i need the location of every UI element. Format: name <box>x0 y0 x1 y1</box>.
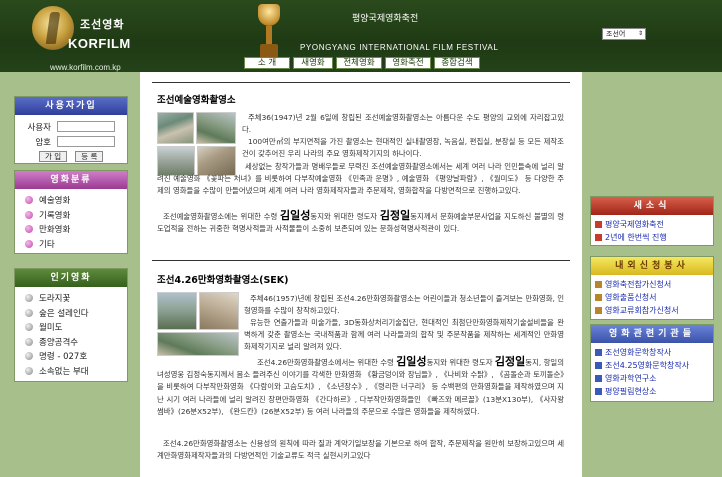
section2-title: 조선4.26만화영화촬영소(SEK) <box>157 275 289 286</box>
logo-korean: 조선영화 <box>80 18 125 31</box>
join-button[interactable]: 가 입 <box>39 151 68 162</box>
bullet-icon <box>25 352 33 361</box>
user-input[interactable] <box>57 121 115 132</box>
section2-paragraph: 주체46(1957)년에 창립된 조선4.26만화영화촬영소는 어린이들과 청소… <box>244 294 565 316</box>
square-bullet-icon <box>595 307 602 314</box>
studio-photo <box>157 292 197 330</box>
trophy-icon <box>256 4 282 60</box>
login-panel-title: 사용자가입 <box>15 97 127 115</box>
nav-festival[interactable]: 영화축전 <box>385 57 431 69</box>
application-title: 내외신청봉사 <box>591 257 713 275</box>
popular-films-title: 인기영화 <box>15 269 127 287</box>
section2-paragraph: 유능한 연출가들과 미술가들, 3D동화상처리기술집단, 현대적인 최첨단만화영… <box>244 318 564 352</box>
section1-paragraph: 100여만㎡의 부지면적을 가진 촬영소는 현대적인 실내촬영장, 녹음실, 편… <box>242 137 564 159</box>
square-bullet-icon <box>595 221 602 228</box>
popular-films-panel: 인기영화 도라지꽃 숲은 설레인다 월미도 종양공격수 명령 - 027호 소속… <box>14 268 128 382</box>
nav-about[interactable]: 소 개 <box>244 57 290 69</box>
festival-title-english: PYONGYANG INTERNATIONAL FILM FESTIVAL <box>300 43 499 52</box>
password-row: 암호 <box>15 134 127 149</box>
application-link[interactable]: 영화출품신청서 <box>591 291 713 304</box>
popular-film-item[interactable]: 명령 - 027호 <box>15 349 127 364</box>
register-button[interactable]: 등 록 <box>75 151 104 162</box>
notice-link[interactable]: 2년에 한번씩 진행 <box>591 231 713 244</box>
logo-english: KORFILM <box>68 36 131 51</box>
section1-paragraph: 주체36(1947)년 2월 6일에 창립된 조선예술영화촬영소는 아름다운 수… <box>242 113 564 135</box>
related-org-link[interactable]: 평양필림현상소 <box>591 385 713 398</box>
main-nav: 소 개 새영화 전체영화 영화축전 종합검색 <box>0 57 722 71</box>
nav-new-films[interactable]: 새영화 <box>293 57 333 69</box>
studio-photo <box>199 292 239 330</box>
leader-name: 김정일 <box>494 355 526 368</box>
section1-paragraph: 세상없는 창작가들과 명배우들로 무력진 조선예술영화촬영소에서는 세계 여러 … <box>157 162 564 196</box>
category-item[interactable]: 만화영화 <box>15 222 127 237</box>
left-sidebar: 사용자가입 사용자 암호 가 입 등 록 영화분류 예술영화 기록영화 만화영화… <box>0 72 140 477</box>
login-buttons: 가 입 등 록 <box>15 151 127 162</box>
nav-all-films[interactable]: 전체영화 <box>336 57 382 69</box>
related-org-link[interactable]: 영화과학연구소 <box>591 372 713 385</box>
related-org-link[interactable]: 조선4.25영화문학창작사 <box>591 359 713 372</box>
section-divider <box>152 260 570 261</box>
notice-panel: 새소식 평양국제영화축전 2년에 한번씩 진행 <box>590 196 714 246</box>
related-org-link[interactable]: 조선영화문학창작사 <box>591 346 713 359</box>
popular-film-item[interactable]: 월미도 <box>15 320 127 335</box>
section1-title: 조선예술영화촬영소 <box>157 95 236 106</box>
square-bullet-icon <box>595 294 602 301</box>
section2-paragraph: 조선4.26만화영화촬영소에서는 위대한 수령 김일성동지와 위대한 령도자 김… <box>157 355 564 416</box>
popular-film-item[interactable]: 종양공격수 <box>15 335 127 350</box>
square-bullet-icon <box>595 349 602 356</box>
bullet-icon <box>25 239 33 248</box>
bullet-icon <box>25 337 33 346</box>
password-label: 암호 <box>35 137 51 148</box>
language-select-value: 조선어 <box>606 30 626 38</box>
category-item[interactable]: 예술영화 <box>15 193 127 208</box>
festival-title-korean: 평양국제영화축전 <box>352 14 419 24</box>
square-bullet-icon <box>595 388 602 395</box>
popular-film-item[interactable]: 숲은 설레인다 <box>15 306 127 321</box>
leader-name: 김일성 <box>396 355 427 368</box>
related-orgs-title: 영화관련기관들 <box>591 325 713 343</box>
bullet-icon <box>25 308 33 317</box>
login-panel: 사용자가입 사용자 암호 가 입 등 록 <box>14 96 128 164</box>
category-item[interactable]: 기록영화 <box>15 208 127 223</box>
right-sidebar: 새소식 평양국제영화축전 2년에 한번씩 진행 내외신청봉사 영화축전참가신청서… <box>582 72 722 477</box>
related-orgs-panel: 영화관련기관들 조선영화문학창작사 조선4.25영화문학창작사 영화과학연구소 … <box>590 324 714 402</box>
notice-title: 새소식 <box>591 197 713 215</box>
chevron-down-icon: ⇕ <box>637 30 643 37</box>
section2-paragraph: 조선4.26만화영화촬영소는 신용성의 원칙에 따라 질과 계약기일보장을 기본… <box>157 439 564 461</box>
bullet-icon <box>25 210 33 219</box>
bullet-icon <box>25 366 33 375</box>
leader-name: 김정일 <box>379 209 411 222</box>
application-panel: 내외신청봉사 영화축전참가신청서 영화출품신청서 영화교류회참가신청서 <box>590 256 714 320</box>
bullet-icon <box>25 294 33 303</box>
bullet-icon <box>25 225 33 234</box>
application-link[interactable]: 영화교류회참가신청서 <box>591 304 713 317</box>
category-item[interactable]: 기타 <box>15 237 127 252</box>
square-bullet-icon <box>595 281 602 288</box>
studio-photo <box>196 112 236 144</box>
film-category-panel: 영화분류 예술영화 기록영화 만화영화 기타 <box>14 170 128 254</box>
popular-film-item[interactable]: 소속없는 부대 <box>15 364 127 379</box>
studio-photo <box>157 332 239 356</box>
square-bullet-icon <box>595 375 602 382</box>
section1-paragraph: 조선예술영화촬영소에는 위대한 수령 김일성동지와 위대한 령도자 김정일동지께… <box>157 209 564 234</box>
password-input[interactable] <box>57 136 115 147</box>
film-category-title: 영화분류 <box>15 171 127 189</box>
popular-film-item[interactable]: 도라지꽃 <box>15 291 127 306</box>
language-select[interactable]: 조선어 ⇕ <box>602 28 646 40</box>
user-label: 사용자 <box>27 122 51 133</box>
section-divider <box>152 82 570 83</box>
square-bullet-icon <box>595 234 602 241</box>
main-content: 조선예술영화촬영소 주체36(1947)년 2월 6일에 창립된 조선예술영화촬… <box>140 72 582 477</box>
square-bullet-icon <box>595 362 602 369</box>
studio-photo <box>157 112 194 144</box>
nav-search[interactable]: 종합검색 <box>434 57 480 69</box>
application-link[interactable]: 영화축전참가신청서 <box>591 278 713 291</box>
bullet-icon <box>25 196 33 205</box>
bullet-icon <box>25 323 33 332</box>
notice-link[interactable]: 평양국제영화축전 <box>591 218 713 231</box>
leader-name: 김일성 <box>280 209 311 222</box>
user-row: 사용자 <box>15 119 127 134</box>
